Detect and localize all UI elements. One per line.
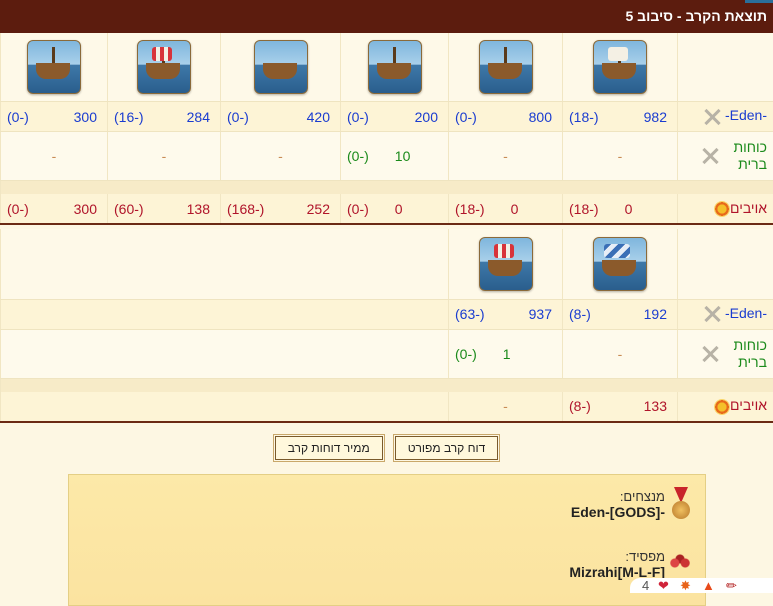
loss: (8-) xyxy=(569,306,591,322)
count: 982 xyxy=(644,109,667,125)
own-units-row: (0-) 300 (16-) 284 (0-) 420 (0-) 200 (0-) 800… xyxy=(1,102,773,132)
loss: (0-) xyxy=(227,109,249,125)
count: 200 xyxy=(415,109,438,125)
loss: (18-) xyxy=(569,109,599,125)
loss: (63-) xyxy=(455,306,485,322)
allies-dash: - xyxy=(563,329,678,378)
loss: (18-) xyxy=(455,201,485,217)
allies-dash: - xyxy=(563,132,678,181)
count: 300 xyxy=(74,201,97,217)
count: 800 xyxy=(529,109,552,125)
mortar-ship-icon[interactable] xyxy=(27,40,81,94)
crossed-swords-icon xyxy=(701,305,725,323)
title-bar: תוצאת הקרב - סיבוב 5 xyxy=(0,0,773,33)
count: 133 xyxy=(644,398,667,414)
count: 192 xyxy=(644,306,667,322)
count: 420 xyxy=(307,109,330,125)
count: 252 xyxy=(307,201,330,217)
reaction-count: 4 xyxy=(642,578,649,593)
own-label[interactable]: -Eden- xyxy=(678,299,773,329)
unit-icons-row xyxy=(1,33,773,102)
battle-table-1: (0-) 300 (16-) 284 (0-) 420 (0-) 200 (0-) 800… xyxy=(0,33,773,225)
report-buttons: ממיר דוחות קרב דוח קרב מפורט xyxy=(0,436,773,460)
crossed-swords-icon xyxy=(699,345,723,363)
paddle-ship-icon[interactable] xyxy=(593,237,647,291)
enemies-dash: - xyxy=(449,392,563,422)
enemy-emblem-icon xyxy=(714,201,730,217)
ram-ship-icon[interactable] xyxy=(137,40,191,94)
enemies-label[interactable]: אויבים xyxy=(678,392,773,422)
own-units-row: (63-) 937 (8-) 192 -Eden- xyxy=(1,299,773,329)
allies-dash: - xyxy=(108,132,221,181)
defeat-icon xyxy=(667,553,693,573)
enemies-row: - (8-) 133 אויבים xyxy=(1,392,773,422)
count: 937 xyxy=(529,306,552,322)
loss: (0-) xyxy=(347,148,369,164)
result-box: מנצחים: Eden-[GODS]- מפסיד: Mizrahi[M-L-… xyxy=(68,474,706,606)
loss: (0-) xyxy=(347,109,369,125)
small-sail-ship-icon[interactable] xyxy=(593,40,647,94)
loss: (168-) xyxy=(227,201,264,217)
loss: (60-) xyxy=(114,201,144,217)
catapult-ship-icon[interactable] xyxy=(479,40,533,94)
count: 1 xyxy=(503,346,511,362)
heart-icon[interactable]: ❤ xyxy=(658,578,669,594)
enemy-emblem-icon xyxy=(714,399,730,415)
crossed-swords-icon xyxy=(699,147,723,165)
count: 284 xyxy=(187,109,210,125)
loss: (8-) xyxy=(569,398,591,414)
medal-icon xyxy=(669,487,693,525)
explosion-icon[interactable]: ✸ xyxy=(680,578,691,594)
enemies-label[interactable]: אויבים xyxy=(678,194,773,224)
battle-table-2: (63-) 937 (8-) 192 -Eden- (0-) 1 - כוחות בר… xyxy=(0,229,773,423)
count: 0 xyxy=(625,201,633,217)
allies-row: - - - (0-) 10 - - כוחות ברית xyxy=(1,132,773,181)
loss: (18-) xyxy=(569,201,599,217)
converter-button[interactable]: ממיר דוחות קרב xyxy=(275,436,383,460)
count: 0 xyxy=(511,201,519,217)
detailed-report-button[interactable]: דוח קרב מפורט xyxy=(395,436,499,460)
allies-label: כוחות ברית xyxy=(678,329,773,378)
loss: (0-) xyxy=(347,201,369,217)
winner-name[interactable]: Eden-[GODS]- xyxy=(571,504,665,520)
loss: (0-) xyxy=(455,346,477,362)
loss: (16-) xyxy=(114,109,144,125)
fire-ship-icon[interactable] xyxy=(479,237,533,291)
fire-icon[interactable]: ▲ xyxy=(702,578,715,593)
allies-row: (0-) 1 - כוחות ברית xyxy=(1,329,773,378)
loss: (0-) xyxy=(7,109,29,125)
allies-dash: - xyxy=(221,132,341,181)
loser-label: מפסיד: xyxy=(569,549,665,564)
count: 138 xyxy=(187,201,210,217)
loss: (0-) xyxy=(455,109,477,125)
enemies-row: (0-)300 (60-)138 (168-)252 (0-)0 (18-)0 … xyxy=(1,194,773,224)
pencil-icon[interactable]: ✏ xyxy=(726,578,737,594)
ballista-ship-icon[interactable] xyxy=(368,40,422,94)
crossed-swords-icon xyxy=(701,108,725,126)
allies-dash: - xyxy=(449,132,563,181)
unit-icons-row xyxy=(1,229,773,299)
allies-label: כוחות ברית xyxy=(678,132,773,181)
cannon-ship-icon[interactable] xyxy=(254,40,308,94)
winner-block: מנצחים: Eden-[GODS]- xyxy=(571,489,665,520)
count: 10 xyxy=(395,148,411,164)
allies-dash: - xyxy=(1,132,108,181)
own-label[interactable]: -Eden- xyxy=(678,102,773,132)
count: 0 xyxy=(395,201,403,217)
loss: (0-) xyxy=(7,201,29,217)
winner-label: מנצחים: xyxy=(571,489,665,504)
loser-block: מפסיד: Mizrahi[M-L-F] xyxy=(569,549,665,580)
reactions-bar[interactable]: 4 ❤ ✸ ▲ ✏ xyxy=(630,578,773,593)
title-corner xyxy=(745,0,773,3)
count: 300 xyxy=(74,109,97,125)
page-title: תוצאת הקרב - סיבוב 5 xyxy=(625,8,767,24)
